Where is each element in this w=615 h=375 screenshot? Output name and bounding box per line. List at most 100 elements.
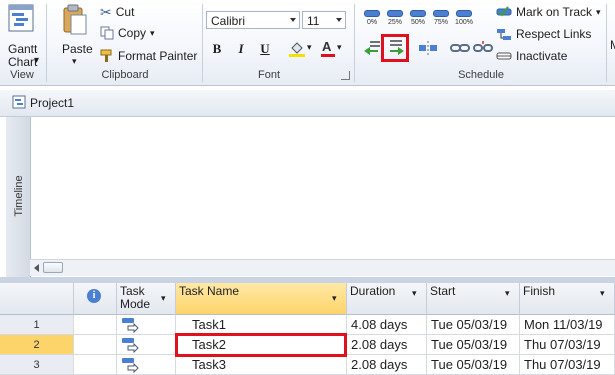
- gantt-label-2: Chart: [8, 55, 38, 69]
- italic-button[interactable]: I: [231, 40, 251, 58]
- copy-button[interactable]: Copy ▾: [100, 24, 155, 42]
- progress-bar-icon: [410, 10, 426, 17]
- info-cell[interactable]: [74, 335, 117, 355]
- row-number[interactable]: 1: [0, 315, 74, 335]
- scroll-left-arrow-icon[interactable]: [34, 264, 39, 272]
- font-family-select[interactable]: Calibri: [206, 11, 300, 29]
- duration-cell[interactable]: 2.08 days: [347, 355, 427, 375]
- font-color-letter: A: [322, 39, 332, 54]
- chevron-down-icon[interactable]: ▾: [600, 287, 605, 300]
- task-mode-cell[interactable]: [117, 355, 176, 375]
- chevron-down-icon[interactable]: ▾: [412, 287, 417, 300]
- select-all-corner[interactable]: [0, 283, 74, 315]
- timeline-horizontal-scrollbar[interactable]: [30, 259, 615, 276]
- duration-header-label: Duration: [350, 284, 396, 298]
- percent-label: 25%: [387, 19, 402, 26]
- duration-cell[interactable]: 2.08 days: [347, 335, 427, 355]
- separator: [354, 4, 355, 82]
- info-cell[interactable]: [74, 355, 117, 375]
- chevron-down-icon: ▾: [34, 55, 40, 66]
- chevron-down-icon[interactable]: ▾: [332, 292, 337, 305]
- percent-75-button[interactable]: 75%: [431, 8, 451, 30]
- column-header-info[interactable]: i: [74, 283, 117, 315]
- outdent-task-button[interactable]: [362, 38, 382, 58]
- task-name-cell[interactable]: Task3: [176, 355, 347, 375]
- mark-on-track-icon: [496, 6, 512, 17]
- scroll-thumb[interactable]: [43, 262, 63, 273]
- link-tasks-button[interactable]: [450, 38, 470, 58]
- chevron-down-icon: ▾: [72, 56, 77, 66]
- start-cell[interactable]: Tue 05/03/19: [427, 335, 520, 355]
- group-label-font: Font: [257, 69, 280, 81]
- progress-bar-icon: [387, 10, 403, 17]
- gantt-chart-button[interactable]: Gantt Chart ▾: [4, 4, 40, 69]
- cut-label: Cut: [115, 5, 135, 19]
- chevron-down-icon: [336, 18, 342, 22]
- column-header-start[interactable]: Start ▾: [427, 283, 520, 315]
- split-task-button[interactable]: [418, 38, 438, 58]
- paste-button[interactable]: Paste ▾: [54, 4, 94, 66]
- chevron-down-icon: ▾: [307, 42, 312, 52]
- finish-cell[interactable]: Mon 11/03/19: [520, 315, 615, 335]
- mark-on-track-label: Mark on Track: [516, 5, 593, 19]
- group-label-view: View: [10, 69, 34, 81]
- link-icon: [450, 44, 470, 52]
- separator: [46, 4, 47, 82]
- finish-header-label: Finish: [523, 284, 556, 298]
- task-mode-cell[interactable]: [117, 315, 176, 335]
- chevron-down-icon: [290, 18, 296, 22]
- duration-cell[interactable]: 4.08 days: [347, 315, 427, 335]
- copy-label: Copy: [118, 26, 147, 40]
- percent-100-button[interactable]: 100%: [454, 8, 474, 30]
- start-cell[interactable]: Tue 05/03/19: [427, 315, 520, 335]
- font-color-swatch: [321, 54, 335, 57]
- column-header-finish[interactable]: Finish ▾: [520, 283, 615, 315]
- finish-cell[interactable]: Thu 07/03/19: [520, 335, 615, 355]
- cut-button[interactable]: ✂ Cut: [100, 3, 134, 21]
- unlink-tasks-button[interactable]: [473, 38, 493, 58]
- mark-on-track-button[interactable]: Mark on Track ▾: [496, 3, 601, 21]
- format-painter-button[interactable]: Format Painter: [100, 47, 197, 65]
- start-header-label: Start: [430, 284, 456, 298]
- auto-schedule-icon: [122, 338, 139, 353]
- font-color-button[interactable]: A ▾: [320, 39, 346, 58]
- row-number[interactable]: 3: [0, 355, 74, 375]
- task-mode-cell[interactable]: [117, 335, 176, 355]
- format-painter-label: Format Painter: [118, 49, 198, 63]
- column-header-task-name[interactable]: Task Name ▾: [176, 283, 347, 315]
- percent-label: 100%: [455, 19, 473, 26]
- row-number[interactable]: 2: [0, 335, 74, 355]
- respect-links-button[interactable]: Respect Links: [496, 25, 591, 43]
- timeline-pane[interactable]: [0, 117, 615, 277]
- group-label-clipboard: Clipboard: [101, 69, 149, 81]
- percent-0-button[interactable]: 0%: [362, 8, 382, 30]
- table-row[interactable]: 1 Task1 4.08 days Tue 05/03/19 Mon 11/03…: [0, 315, 615, 335]
- percent-25-button[interactable]: 25%: [385, 8, 405, 30]
- timeline-label: Timeline: [13, 175, 25, 217]
- clipboard-icon: [63, 4, 87, 35]
- task-name-cell[interactable]: Task1: [176, 315, 347, 335]
- project-title-bar: Project1: [0, 90, 615, 117]
- column-header-task-mode[interactable]: Task Mode ▾: [117, 283, 176, 315]
- column-header-duration[interactable]: Duration ▾: [347, 283, 427, 315]
- scissors-icon: ✂: [100, 3, 112, 20]
- dialog-launcher-icon[interactable]: [341, 71, 350, 80]
- chevron-down-icon[interactable]: ▾: [505, 287, 510, 300]
- inactivate-button[interactable]: Inactivate: [496, 47, 567, 65]
- next-group-fragment: M: [610, 38, 615, 52]
- bold-button[interactable]: B: [207, 40, 227, 58]
- chevron-down-icon[interactable]: ▾: [161, 292, 166, 305]
- inactivate-icon: [496, 52, 512, 60]
- finish-cell[interactable]: Thu 07/03/19: [520, 355, 615, 375]
- percent-50-button[interactable]: 50%: [408, 8, 428, 30]
- start-cell[interactable]: Tue 05/03/19: [427, 355, 520, 375]
- table-row[interactable]: 3 Task3 2.08 days Tue 05/03/19 Thu 07/03…: [0, 355, 615, 375]
- info-cell[interactable]: [74, 315, 117, 335]
- unlink-icon: [473, 41, 493, 52]
- fill-color-button[interactable]: ▾: [288, 40, 316, 58]
- paintbrush-icon: [100, 49, 112, 62]
- separator: [606, 4, 607, 82]
- task-name-highlight-box: [175, 333, 347, 357]
- underline-button[interactable]: U: [255, 40, 275, 58]
- percent-label: 75%: [433, 19, 448, 26]
